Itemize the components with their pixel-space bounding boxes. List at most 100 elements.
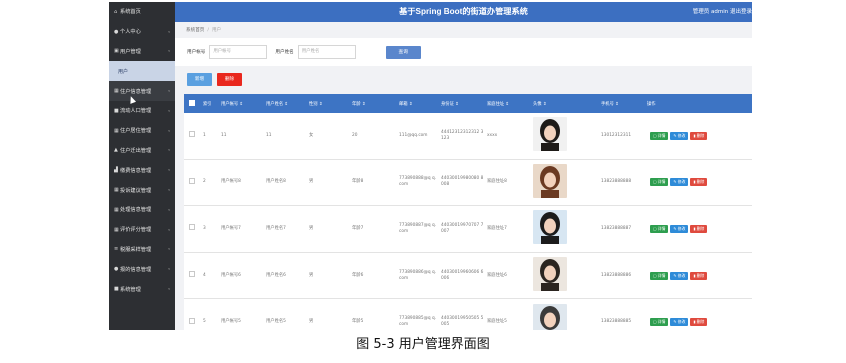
cell-account: 用户帐号8 (221, 179, 241, 185)
figure-caption: 图 5-3 用户管理界面图 (356, 337, 490, 352)
sidebar-item-label: 系统管理 (120, 286, 141, 293)
sidebar-item[interactable]: ⌂ 系统首页 (109, 2, 175, 22)
column-header[interactable]: 头像 ⇕ (530, 101, 598, 107)
edit-button[interactable]: ✎ 修改 (670, 131, 689, 140)
edit-button[interactable]: ✎ 修改 (670, 178, 689, 187)
table-header: 索引 用户帐号 ⇕ 用户姓名 ⇕ 性别 ⇕ 年龄 ⇕ 邮箱 ⇕ 身份证 ⇕ 家庭住址 ⇕ 头像 … (184, 94, 752, 113)
cell-account: 11 (221, 132, 227, 138)
chevron-down-icon: ⌄ (167, 266, 171, 272)
detail-button[interactable]: ▢ 详情 (650, 224, 669, 233)
cell-name: 用户姓名5 (266, 319, 286, 325)
sidebar-item-label: 流动人口管理 (120, 108, 152, 115)
cell-phone: 13012312311 (601, 132, 632, 138)
cell-gender: 女 (309, 132, 314, 138)
sidebar-subitem-user[interactable]: 用户 (109, 61, 175, 82)
cell-avatar (530, 210, 598, 247)
sidebar-item[interactable]: ▦ 住户居住管理 ⌄ (109, 121, 175, 141)
sidebar-item[interactable]: ■ 系统管理 ⌄ (109, 279, 175, 299)
cell-ops: ▢ 详情 ✎ 修改 ▮ 删除 (644, 131, 744, 140)
main-area: 基于Spring Boot的街道办管理系统 管理员 admin 退出登录 系统首… (175, 2, 752, 330)
name-input[interactable]: 用户姓名 (297, 45, 356, 59)
add-button[interactable]: 新增 (187, 72, 212, 86)
breadcrumb-home[interactable]: 系统首页 (186, 27, 204, 33)
cell-phone: 13823888888 (601, 179, 632, 185)
detail-button[interactable]: ▢ 详情 (650, 131, 669, 140)
edit-button[interactable]: ✎ 修改 (670, 271, 689, 280)
chevron-down-icon: ⌄ (167, 187, 171, 193)
sidebar-item-label: 投诉建议管理 (120, 187, 152, 194)
column-header[interactable]: 邮箱 ⇕ (396, 101, 438, 107)
sidebar-item[interactable]: ● 报的信息管理 ⌄ (109, 259, 175, 279)
cell-ops: ▢ 详情 ✎ 修改 ▮ 删除 (644, 224, 744, 233)
chevron-down-icon: ⌄ (167, 167, 171, 173)
sidebar-item-label: 税服采样管理 (120, 246, 152, 253)
sidebar-item[interactable]: ▦ 评价评分管理 ⌄ (109, 220, 175, 240)
cell-email: 773890886@q q.com (399, 269, 437, 281)
cell-age: 年龄6 (352, 272, 364, 278)
row-checkbox[interactable] (184, 224, 200, 233)
sidebar-item[interactable]: ■ 流动人口管理 ⌄ (109, 101, 175, 121)
sidebar-item[interactable]: ● 个人中心 ⌄ (109, 22, 175, 42)
cell-age: 年龄7 (352, 225, 364, 231)
edit-button[interactable]: ✎ 修改 (670, 318, 689, 327)
cell-name: 用户姓名7 (266, 225, 286, 231)
row-delete-button[interactable]: ▮ 删除 (690, 318, 708, 327)
sidebar-item[interactable]: ▦ 处理信息管理 ⌄ (109, 200, 175, 220)
sidebar-item[interactable]: ▟ 缴费信息管理 ⌄ (109, 160, 175, 180)
edit-button[interactable]: ✎ 修改 (670, 224, 689, 233)
sidebar-item-label: 住户迁出管理 (120, 147, 152, 154)
cell-avatar (530, 303, 598, 330)
column-header[interactable]: 操作 (644, 101, 744, 107)
cell-gender: 男 (309, 225, 314, 231)
row-delete-button[interactable]: ▮ 删除 (690, 224, 708, 233)
column-header[interactable]: 性别 ⇕ (306, 101, 349, 107)
cell-address: xxxx (487, 132, 498, 138)
avatar (533, 303, 567, 330)
detail-button[interactable]: ▢ 详情 (650, 178, 669, 187)
detail-button[interactable]: ▢ 详情 (650, 271, 669, 280)
account-input[interactable]: 用户帐号 (209, 45, 268, 59)
chevron-down-icon: ⌄ (167, 108, 171, 114)
delete-button[interactable]: 删除 (217, 72, 242, 86)
sidebar-item[interactable]: ▦ 住户信息管理 ⌄ (109, 81, 175, 101)
cell-ops: ▢ 详情 ✎ 修改 ▮ 删除 (644, 178, 744, 187)
column-header[interactable]: 年龄 ⇕ (349, 101, 396, 107)
column-header[interactable]: 家庭住址 ⇕ (484, 101, 530, 107)
detail-button[interactable]: ▢ 详情 (650, 318, 669, 327)
chevron-down-icon: ⌄ (167, 88, 171, 94)
sidebar-item[interactable]: ▦ 投诉建议管理 ⌄ (109, 180, 175, 200)
sidebar-item-label: 系统首页 (120, 9, 141, 16)
select-all-checkbox[interactable] (184, 99, 200, 108)
search-button[interactable]: 查询 (385, 45, 421, 59)
cell-id: 44412312312312 3123 (441, 129, 484, 141)
user-info[interactable]: 管理员 admin 退出登录 (693, 2, 752, 22)
row-delete-button[interactable]: ▮ 删除 (690, 178, 708, 187)
table-row: 4 用户帐号6 用户姓名6 男 年龄6 773890886@q q.com 44030019… (184, 252, 752, 300)
cell-address: 家庭住址6 (487, 272, 507, 278)
row-delete-button[interactable]: ▮ 删除 (690, 271, 708, 280)
column-header[interactable]: 手机号 ⇕ (598, 101, 644, 107)
chevron-down-icon: ⌄ (167, 147, 171, 153)
sidebar-item[interactable]: ≡ 税服采样管理 ⌄ (109, 240, 175, 260)
row-checkbox[interactable] (184, 317, 200, 327)
avatar (533, 117, 567, 152)
row-delete-button[interactable]: ▮ 删除 (690, 131, 708, 140)
breadcrumb-separator: / (207, 27, 209, 33)
row-checkbox[interactable] (184, 271, 200, 280)
column-header[interactable]: 用户姓名 ⇕ (263, 101, 306, 107)
cell-id: 44030019960606 6006 (441, 269, 484, 281)
sidebar-item[interactable]: ▲ 住户迁出管理 ⌄ (109, 141, 175, 161)
sidebar-item-label: 住户信息管理 (120, 88, 152, 95)
chevron-down-icon: ⌄ (167, 286, 171, 292)
cell-index: 2 (203, 179, 206, 185)
column-header[interactable]: 身份证 ⇕ (438, 101, 484, 107)
cell-account: 用户帐号6 (221, 272, 241, 278)
sidebar-item[interactable]: ▣ 用户管理 ⌄ (109, 42, 175, 62)
row-checkbox[interactable] (184, 177, 200, 187)
row-checkbox[interactable] (184, 131, 200, 140)
column-header[interactable]: 索引 (200, 101, 218, 107)
cell-gender: 男 (309, 319, 314, 325)
cell-index: 3 (203, 225, 206, 231)
cell-avatar (530, 163, 598, 201)
column-header[interactable]: 用户帐号 ⇕ (218, 101, 263, 107)
